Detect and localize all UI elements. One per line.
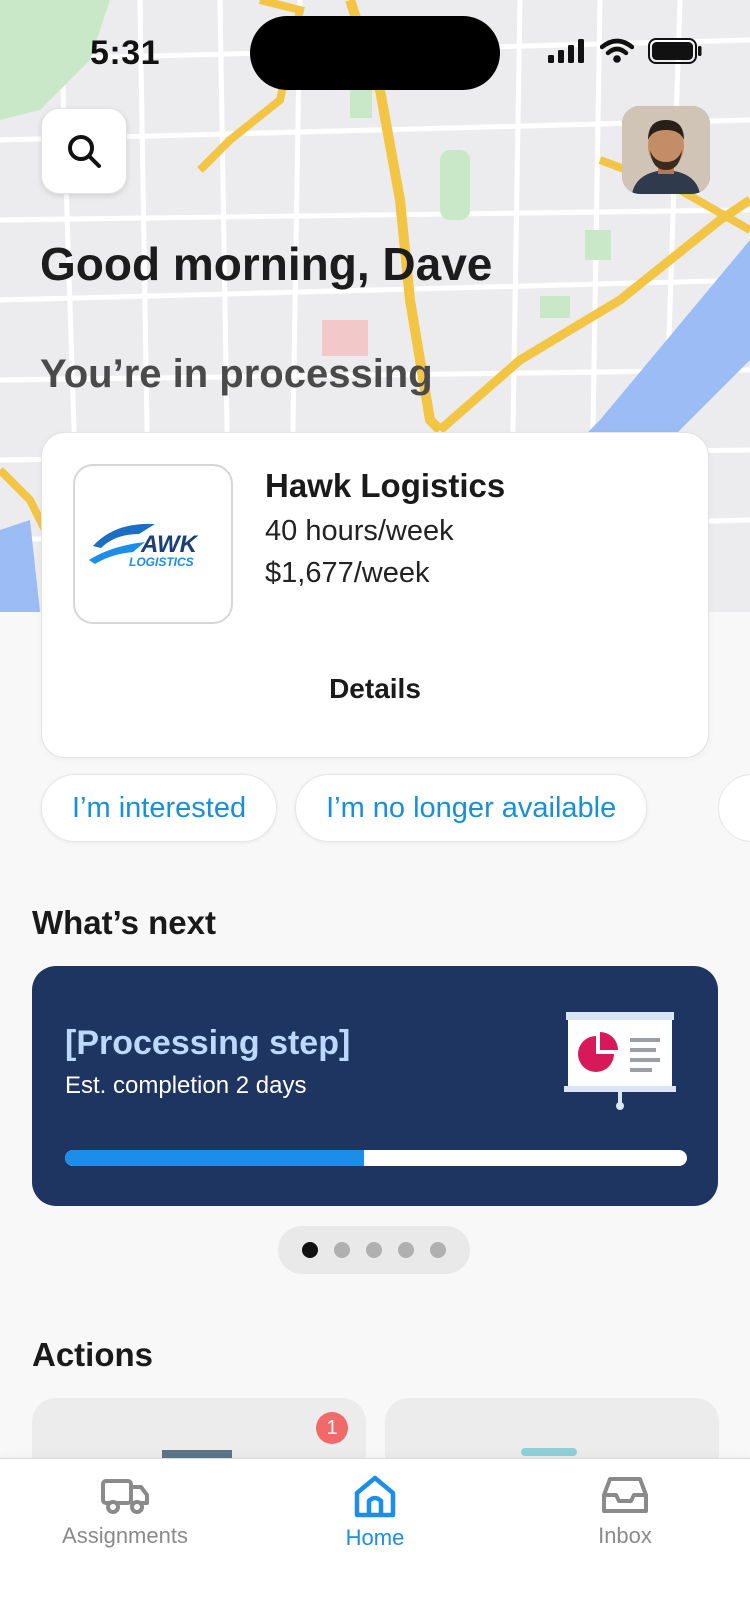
tab-assignments[interactable]: Assignments	[25, 1473, 225, 1549]
job-pay: $1,677/week	[265, 557, 430, 589]
whats-next-heading: What’s next	[32, 904, 216, 941]
job-card[interactable]: AWK LOGISTICS Hawk Logistics 40 hours/we…	[41, 432, 709, 758]
dynamic-island	[250, 16, 500, 90]
bottom-tab-bar: Assignments Home Inbox	[0, 1458, 750, 1624]
next-chip[interactable]	[718, 774, 750, 842]
tab-inbox-label: Inbox	[598, 1523, 652, 1548]
presentation-chart-icon	[564, 1012, 676, 1110]
status-bar: 5:31	[0, 0, 750, 100]
progress-bar	[65, 1150, 687, 1166]
battery-icon	[648, 38, 702, 64]
processing-step-title: [Processing step]	[65, 1024, 351, 1062]
status-icons	[548, 38, 702, 64]
notification-badge: 1	[316, 1412, 348, 1444]
carousel-pager[interactable]	[278, 1226, 470, 1274]
truck-icon	[101, 1479, 149, 1514]
tab-home[interactable]: Home	[275, 1473, 475, 1551]
job-hours: 40 hours/week	[265, 515, 454, 547]
profile-avatar[interactable]	[622, 106, 710, 194]
greeting-heading: Good morning, Dave	[40, 238, 493, 290]
pager-dot-3[interactable]	[366, 1242, 382, 1258]
svg-text:AWK: AWK	[140, 531, 199, 558]
pager-dot-5[interactable]	[430, 1242, 446, 1258]
processing-step-eta: Est. completion 2 days	[65, 1072, 307, 1099]
status-subtitle: You’re in processing	[40, 352, 433, 396]
search-icon	[68, 135, 101, 168]
wifi-icon	[600, 38, 634, 63]
status-time: 5:31	[90, 34, 161, 72]
action-card-2-illustration	[521, 1448, 577, 1456]
home-icon	[354, 1475, 396, 1518]
processing-step-card[interactable]: [Processing step] Est. completion 2 days	[32, 966, 718, 1206]
search-button[interactable]	[41, 108, 127, 194]
hawk-logistics-logo: AWK LOGISTICS	[89, 523, 199, 569]
svg-text:LOGISTICS: LOGISTICS	[129, 555, 194, 569]
company-name: Hawk Logistics	[265, 467, 506, 504]
inbox-icon	[602, 1477, 648, 1513]
pager-dot-2[interactable]	[334, 1242, 350, 1258]
quick-reply-chips: I’m interested I’m no longer available	[41, 774, 648, 842]
actions-heading: Actions	[32, 1336, 154, 1373]
unavailable-chip[interactable]: I’m no longer available	[295, 774, 648, 842]
cellular-signal-icon	[548, 39, 584, 63]
pager-dot-1[interactable]	[302, 1242, 318, 1258]
person-photo-icon	[622, 106, 710, 194]
tab-home-label: Home	[345, 1525, 405, 1550]
tab-assignments-label: Assignments	[62, 1523, 188, 1548]
progress-fill	[65, 1150, 364, 1166]
company-logo: AWK LOGISTICS	[73, 464, 233, 624]
interested-chip[interactable]: I’m interested	[41, 774, 278, 842]
details-button[interactable]: Details	[42, 673, 708, 705]
pager-dot-4[interactable]	[398, 1242, 414, 1258]
tab-inbox[interactable]: Inbox	[525, 1473, 725, 1549]
